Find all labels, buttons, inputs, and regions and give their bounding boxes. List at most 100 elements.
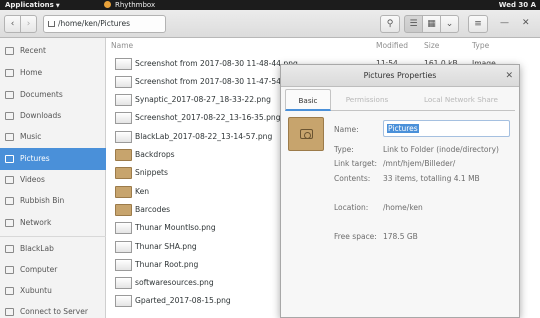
column-header-size[interactable]: Size bbox=[424, 38, 439, 54]
sidebar-item-computer[interactable]: Computer bbox=[0, 259, 106, 281]
trash-icon bbox=[5, 197, 14, 205]
top-panel: Applications ▼ Rhythmbox Wed 30 A bbox=[0, 0, 540, 10]
grid-view-button[interactable]: ▦ bbox=[422, 15, 441, 33]
sidebar-item-connect-to-server[interactable]: Connect to Server bbox=[0, 301, 106, 318]
path-bar[interactable]: /home/ken/Pictures bbox=[43, 15, 166, 33]
link-target-value: /mnt/hjem/Billeder/ bbox=[383, 159, 456, 168]
file-name: Thunar Root.png bbox=[135, 259, 199, 269]
contents-value: 33 items, totalling 4.1 MB bbox=[383, 174, 480, 183]
back-button[interactable]: ‹ bbox=[4, 15, 21, 33]
app-menu-rhythmbox[interactable]: Rhythmbox bbox=[104, 0, 155, 10]
home-icon bbox=[5, 69, 14, 77]
forward-button[interactable]: › bbox=[20, 15, 37, 33]
folder-icon bbox=[115, 203, 132, 216]
name-field[interactable]: Pictures bbox=[383, 120, 510, 137]
file-name: Ken bbox=[135, 186, 150, 196]
header-bar: ‹ › /home/ken/Pictures ⚲ ☰ ▦ ⌄ ≡ — ✕ bbox=[0, 10, 540, 38]
image-file-icon bbox=[115, 57, 132, 70]
sidebar-item-label: Rubbish Bin bbox=[20, 196, 65, 205]
file-name: softwaresources.png bbox=[135, 278, 214, 288]
list-view-icon: ☰ bbox=[409, 19, 418, 29]
chevron-right-icon: › bbox=[26, 19, 31, 29]
drive-icon bbox=[5, 287, 14, 295]
file-name: Screenshot from 2017-08-30 11-47-54.png bbox=[135, 76, 298, 86]
clock[interactable]: Wed 30 A bbox=[499, 0, 536, 10]
sidebar-item-rubbish-bin[interactable]: Rubbish Bin bbox=[0, 190, 106, 212]
sidebar-item-label: Recent bbox=[20, 46, 46, 55]
sidebar-item-home[interactable]: Home bbox=[0, 62, 106, 84]
sidebar-item-music[interactable]: Music bbox=[0, 126, 106, 148]
sidebar-item-network[interactable]: Network bbox=[0, 212, 106, 234]
search-button[interactable]: ⚲ bbox=[380, 15, 400, 33]
view-options-button[interactable]: ⌄ bbox=[440, 15, 459, 33]
picture-icon bbox=[5, 155, 14, 163]
tab-permissions[interactable]: Permissions bbox=[335, 89, 399, 111]
music-icon bbox=[5, 133, 14, 141]
path-label: /home/ken/Pictures bbox=[58, 19, 130, 28]
file-name: Thunar MountIso.png bbox=[135, 223, 216, 233]
tab-basic[interactable]: Basic bbox=[285, 89, 331, 111]
free-space-value: 178.5 GB bbox=[383, 232, 418, 241]
file-name: Thunar SHA.png bbox=[135, 241, 197, 251]
hamburger-icon: ≡ bbox=[474, 19, 482, 29]
column-headers: Name Modified Size Type bbox=[106, 38, 540, 54]
file-name: Screenshot from 2017-08-30 11-48-44.png bbox=[135, 58, 298, 68]
minimize-icon: — bbox=[500, 18, 509, 28]
video-icon bbox=[5, 176, 14, 184]
link-target-label: Link target: bbox=[334, 159, 378, 168]
sidebar-item-videos[interactable]: Videos bbox=[0, 169, 106, 191]
sidebar-item-label: Xubuntu bbox=[20, 286, 52, 295]
file-name: Barcodes bbox=[135, 204, 171, 214]
sidebar-item-label: Downloads bbox=[20, 111, 62, 120]
free-space-label: Free space: bbox=[334, 232, 377, 241]
image-file-icon bbox=[115, 277, 132, 290]
network-icon bbox=[5, 219, 14, 227]
dialog-close-button[interactable]: ✕ bbox=[505, 65, 513, 87]
image-file-icon bbox=[115, 75, 132, 88]
sidebar-item-documents[interactable]: Documents bbox=[0, 84, 106, 106]
column-header-name[interactable]: Name bbox=[111, 38, 133, 54]
image-file-icon bbox=[115, 240, 132, 253]
camera-icon bbox=[300, 129, 313, 139]
location-value: /home/ken bbox=[383, 203, 423, 212]
column-header-modified[interactable]: Modified bbox=[376, 38, 408, 54]
sidebar-item-downloads[interactable]: Downloads bbox=[0, 105, 106, 127]
image-file-icon bbox=[115, 258, 132, 271]
image-file-icon bbox=[115, 295, 132, 308]
list-view-button[interactable]: ☰ bbox=[404, 15, 423, 33]
computer-icon bbox=[5, 266, 14, 274]
folder-icon[interactable] bbox=[288, 117, 324, 151]
rhythmbox-icon bbox=[104, 1, 111, 8]
sidebar-item-label: Documents bbox=[20, 90, 63, 99]
type-label: Type: bbox=[334, 145, 354, 154]
sidebar-item-label: Connect to Server bbox=[20, 307, 88, 316]
drive-icon bbox=[5, 245, 14, 253]
download-icon bbox=[5, 112, 14, 120]
sidebar-item-label: Computer bbox=[20, 265, 58, 274]
sidebar-item-label: Network bbox=[20, 218, 52, 227]
dialog-title: Pictures Properties bbox=[363, 71, 437, 80]
tab-local-network-share[interactable]: Local Network Share bbox=[409, 89, 513, 111]
folder-icon bbox=[115, 167, 132, 180]
sidebar-item-blacklab[interactable]: BlackLab bbox=[0, 238, 106, 260]
close-window-button[interactable]: ✕ bbox=[522, 18, 530, 28]
minimize-button[interactable]: — bbox=[500, 18, 509, 28]
file-name: Synaptic_2017-08-27_18-33-22.png bbox=[135, 95, 271, 105]
sidebar-item-label: Music bbox=[20, 132, 42, 141]
dialog-tabs: Basic Permissions Local Network Share bbox=[285, 89, 515, 111]
menu-button[interactable]: ≡ bbox=[468, 15, 488, 33]
contents-label: Contents: bbox=[334, 174, 371, 183]
sidebar-item-recent[interactable]: Recent bbox=[0, 40, 106, 62]
location-label: Location: bbox=[334, 203, 369, 212]
file-name: Backdrops bbox=[135, 150, 175, 159]
close-icon: ✕ bbox=[522, 18, 530, 28]
type-value: Link to Folder (inode/directory) bbox=[383, 145, 499, 154]
grid-view-icon: ▦ bbox=[427, 19, 436, 29]
column-header-type[interactable]: Type bbox=[472, 38, 489, 54]
name-field-value: Pictures bbox=[387, 124, 419, 133]
sidebar-item-pictures[interactable]: Pictures bbox=[0, 148, 106, 170]
chevron-down-icon: ▼ bbox=[55, 3, 60, 9]
chevron-left-icon: ‹ bbox=[10, 19, 15, 29]
sidebar-item-label: Videos bbox=[20, 175, 45, 184]
sidebar-item-xubuntu[interactable]: Xubuntu bbox=[0, 280, 106, 302]
